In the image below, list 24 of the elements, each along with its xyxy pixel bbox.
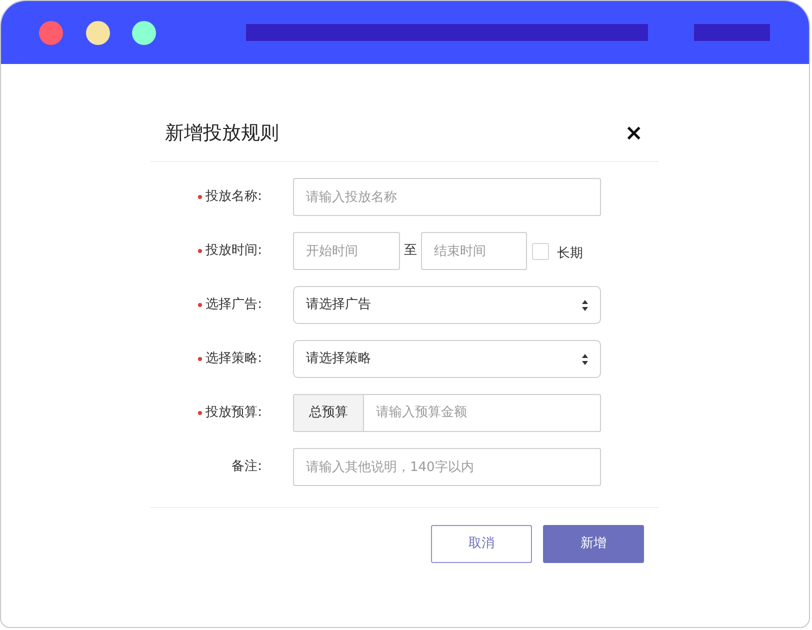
checkbox[interactable] [532, 242, 549, 260]
caret-icon [582, 300, 588, 310]
dialog-title: 新增投放规则 [165, 121, 279, 146]
text-field[interactable]: 请输入其他说明，140字以内 [293, 448, 601, 486]
caret-icon [582, 354, 588, 364]
placeholder-text: 请输入预算金额 [375, 404, 468, 422]
field-label: 备注: [232, 458, 262, 476]
cancel-button[interactable]: 取消 [431, 525, 532, 563]
close-button[interactable]: × [624, 122, 643, 144]
select-field[interactable]: 请选择策略 [293, 340, 601, 378]
field-label: 选择广告: [206, 296, 262, 314]
text-field[interactable]: 请输入投放名称 [293, 178, 601, 216]
range-separator: 至 [404, 242, 417, 260]
add-button[interactable]: 新增 [543, 525, 644, 563]
field-label: 选择策略: [206, 350, 262, 368]
field-label: 投放名称: [206, 188, 262, 206]
end-date-field[interactable]: 结束时间 [421, 232, 527, 270]
addon-label: 总预算 [294, 395, 364, 431]
budget-field[interactable]: 总预算 请输入预算金额 [293, 394, 601, 432]
field-label: 投放预算: [206, 404, 262, 422]
start-date-field[interactable]: 开始时间 [293, 232, 400, 270]
field-label: 投放时间: [206, 242, 262, 260]
checkbox-label: 长期 [557, 245, 583, 264]
select-field[interactable]: 请选择广告 [293, 286, 601, 324]
